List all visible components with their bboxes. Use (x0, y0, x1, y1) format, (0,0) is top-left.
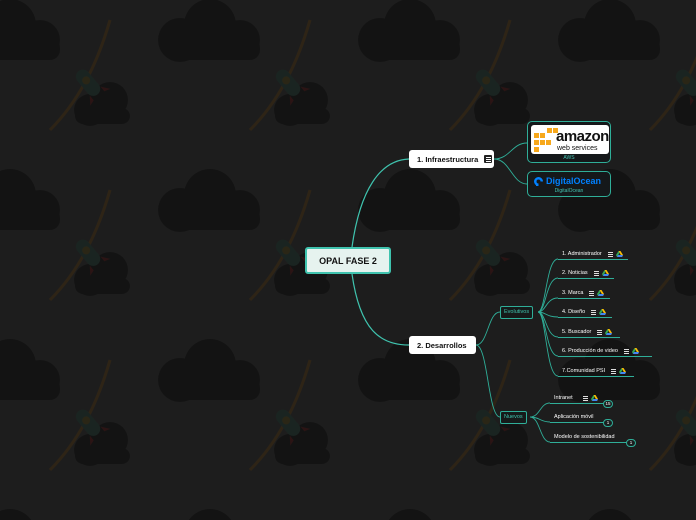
leaf-underline (558, 298, 610, 299)
leaf-underline (550, 403, 604, 404)
note-icon[interactable] (597, 329, 603, 335)
leaf-label: Intranet (554, 395, 573, 401)
leaf-underline (558, 317, 612, 318)
topic-infraestructura[interactable]: 1. Infraestructura (409, 150, 494, 168)
leaf-modelo-sostenibilidad[interactable]: Modelo de sostenibilidad (554, 433, 615, 441)
leaf-label: 3. Marca (562, 290, 584, 296)
digitalocean-icon (534, 177, 543, 186)
count-badge[interactable]: 1 (626, 439, 636, 447)
leaf-underline (550, 422, 604, 423)
google-drive-icon[interactable] (605, 329, 613, 335)
digitalocean-caption: DigitalOcean (554, 188, 584, 194)
google-drive-icon[interactable] (599, 309, 607, 315)
leaf-underline (558, 259, 628, 260)
leaf-label: 2. Noticias (562, 270, 588, 276)
aws-logo: amazon web services (531, 125, 609, 154)
leaf-label: 4. Diseño (562, 309, 586, 315)
count-badge[interactable]: 15 (603, 400, 613, 408)
leaf-underline (558, 278, 614, 279)
leaf-comunidad-psi[interactable]: 7.Comunidad PSI (562, 367, 627, 375)
leaf-administrador[interactable]: 1. Administrador (562, 250, 623, 258)
note-icon[interactable] (593, 270, 599, 276)
leaf-label: Aplicación móvil (554, 414, 594, 420)
aws-logo-node[interactable]: amazon web services AWS (527, 121, 611, 163)
aws-wordmark: amazon (556, 128, 609, 145)
google-drive-icon[interactable] (597, 290, 605, 296)
subtopic-evolutivos-label: Evolutivos (504, 309, 530, 315)
topic-infraestructura-label: 1. Infraestructura (417, 154, 479, 164)
leaf-label: 7.Comunidad PSI (562, 368, 606, 374)
google-drive-icon[interactable] (615, 251, 623, 257)
note-icon[interactable] (589, 290, 595, 296)
subtopic-evolutivos[interactable]: Evolutivos (500, 306, 534, 319)
digitalocean-wordmark: DigitalOcean (546, 176, 602, 186)
google-drive-icon[interactable] (619, 368, 627, 374)
note-icon[interactable] (484, 155, 493, 163)
leaf-underline (558, 376, 634, 377)
leaf-aplicacion-movil[interactable]: Aplicación móvil (554, 413, 593, 421)
google-drive-icon[interactable] (631, 348, 639, 354)
google-drive-icon[interactable] (590, 395, 598, 401)
leaf-label: 5. Buscador (562, 329, 592, 335)
aws-web-services-text: web services (557, 145, 598, 152)
leaf-label: 1. Administrador (562, 251, 602, 257)
note-icon[interactable] (591, 309, 597, 315)
digitalocean-logo-node[interactable]: DigitalOcean DigitalOcean (527, 171, 611, 197)
note-icon[interactable] (623, 348, 629, 354)
leaf-noticias[interactable]: 2. Noticias (562, 269, 609, 277)
leaf-diseno[interactable]: 4. Diseño (562, 308, 607, 316)
topic-desarrollos[interactable]: 2. Desarrollos (409, 336, 476, 354)
central-topic-label: OPAL FASE 2 (319, 255, 377, 266)
aws-caption: AWS (563, 155, 575, 161)
subtopic-nuevos[interactable]: Nuevos (500, 411, 527, 424)
central-topic[interactable]: OPAL FASE 2 (305, 247, 391, 274)
leaf-label: Modelo de sostenibilidad (554, 434, 615, 440)
leaf-underline (558, 356, 652, 357)
digitalocean-logo: DigitalOcean (531, 175, 609, 188)
leaf-underline (550, 442, 627, 443)
note-icon[interactable] (607, 251, 613, 257)
leaf-label: 6. Producción de video (562, 348, 618, 354)
leaf-intranet[interactable]: Intranet (554, 394, 598, 402)
leaf-marca[interactable]: 3. Marca (562, 289, 605, 297)
topic-desarrollos-label: 2. Desarrollos (417, 340, 467, 350)
count-badge[interactable]: 1 (603, 419, 613, 427)
note-icon[interactable] (582, 395, 588, 401)
leaf-produccion-video[interactable]: 6. Producción de video (562, 347, 639, 355)
note-icon[interactable] (611, 368, 617, 374)
google-drive-icon[interactable] (601, 270, 609, 276)
leaf-underline (558, 337, 620, 338)
leaf-buscador[interactable]: 5. Buscador (562, 328, 613, 336)
subtopic-nuevos-label: Nuevos (504, 414, 523, 420)
